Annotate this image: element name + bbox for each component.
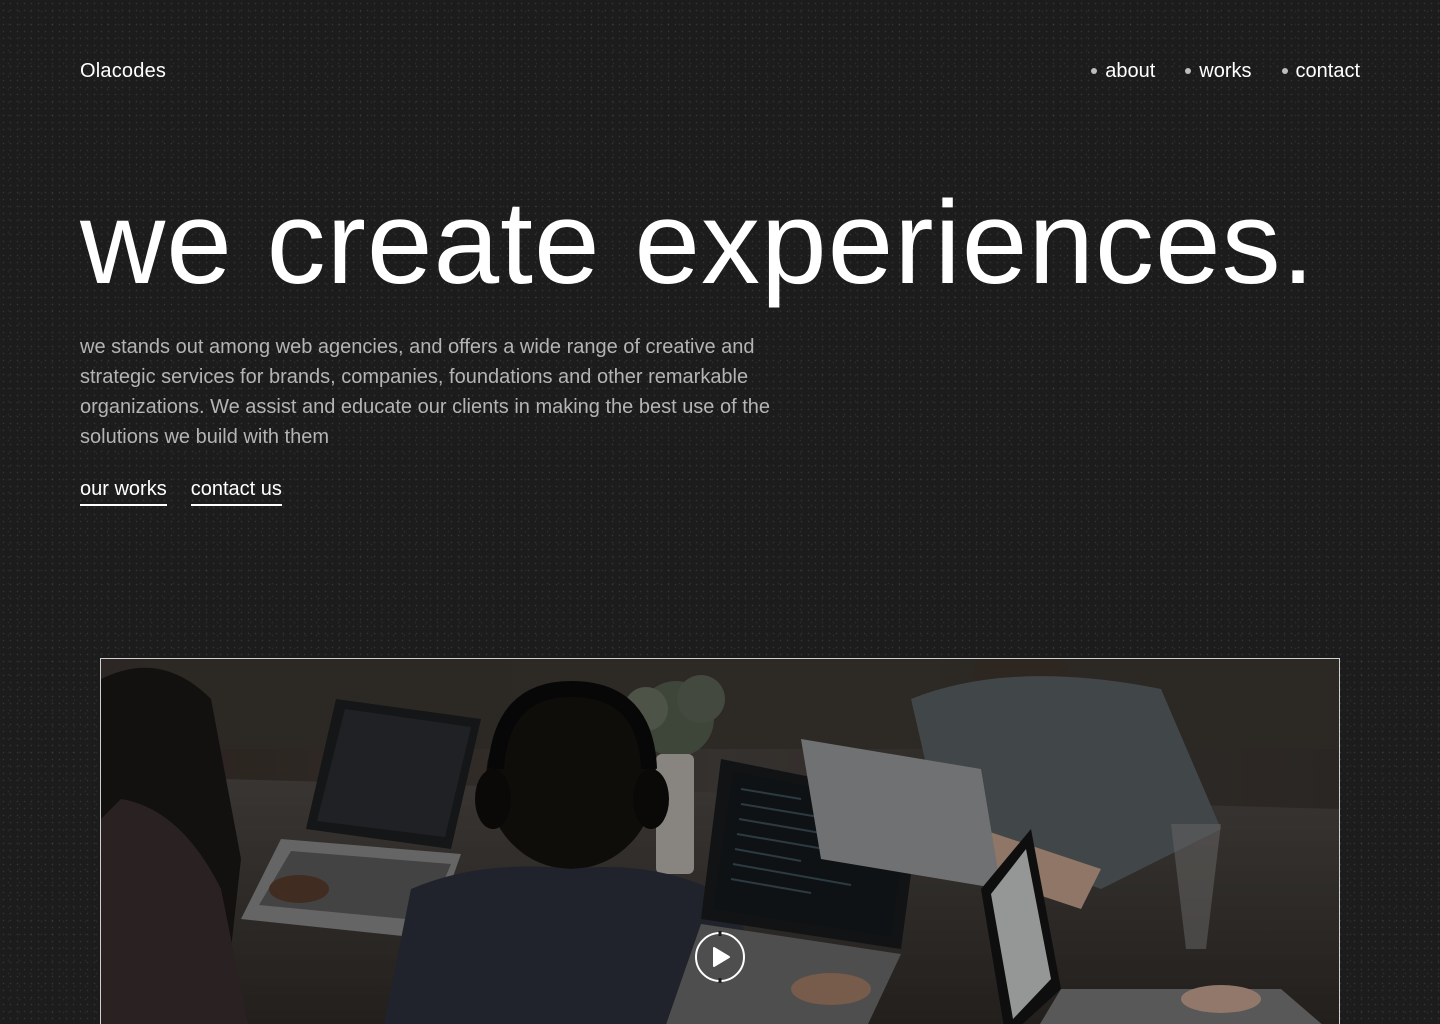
- site-header: Olacodes about works contact: [80, 56, 1360, 86]
- nav-item-works[interactable]: works: [1185, 59, 1252, 83]
- cta-links: our works contact us: [80, 478, 282, 506]
- play-icon[interactable]: [694, 931, 746, 983]
- main-nav: about works contact: [1091, 60, 1360, 83]
- hero-description: we stands out among web agencies, and of…: [80, 336, 771, 448]
- nav-item-about[interactable]: about: [1091, 60, 1155, 83]
- our-works-link[interactable]: our works: [80, 478, 167, 506]
- nav-item-label: works: [1199, 59, 1252, 82]
- contact-us-link[interactable]: contact us: [190, 478, 282, 506]
- bullet-dot-icon: [1281, 68, 1288, 74]
- hero-title: we create experiences.: [80, 177, 1316, 309]
- nav-item-label: about: [1105, 59, 1156, 82]
- nav-item-label: contact: [1295, 59, 1360, 82]
- showreel-video[interactable]: [100, 658, 1340, 1024]
- landing-page: Olacodes about works contact we create e…: [0, 0, 1440, 1024]
- site-logo[interactable]: Olacodes: [80, 60, 166, 83]
- bullet-dot-icon: [1185, 68, 1192, 74]
- nav-item-contact[interactable]: contact: [1281, 59, 1360, 83]
- bullet-dot-icon: [1091, 68, 1098, 74]
